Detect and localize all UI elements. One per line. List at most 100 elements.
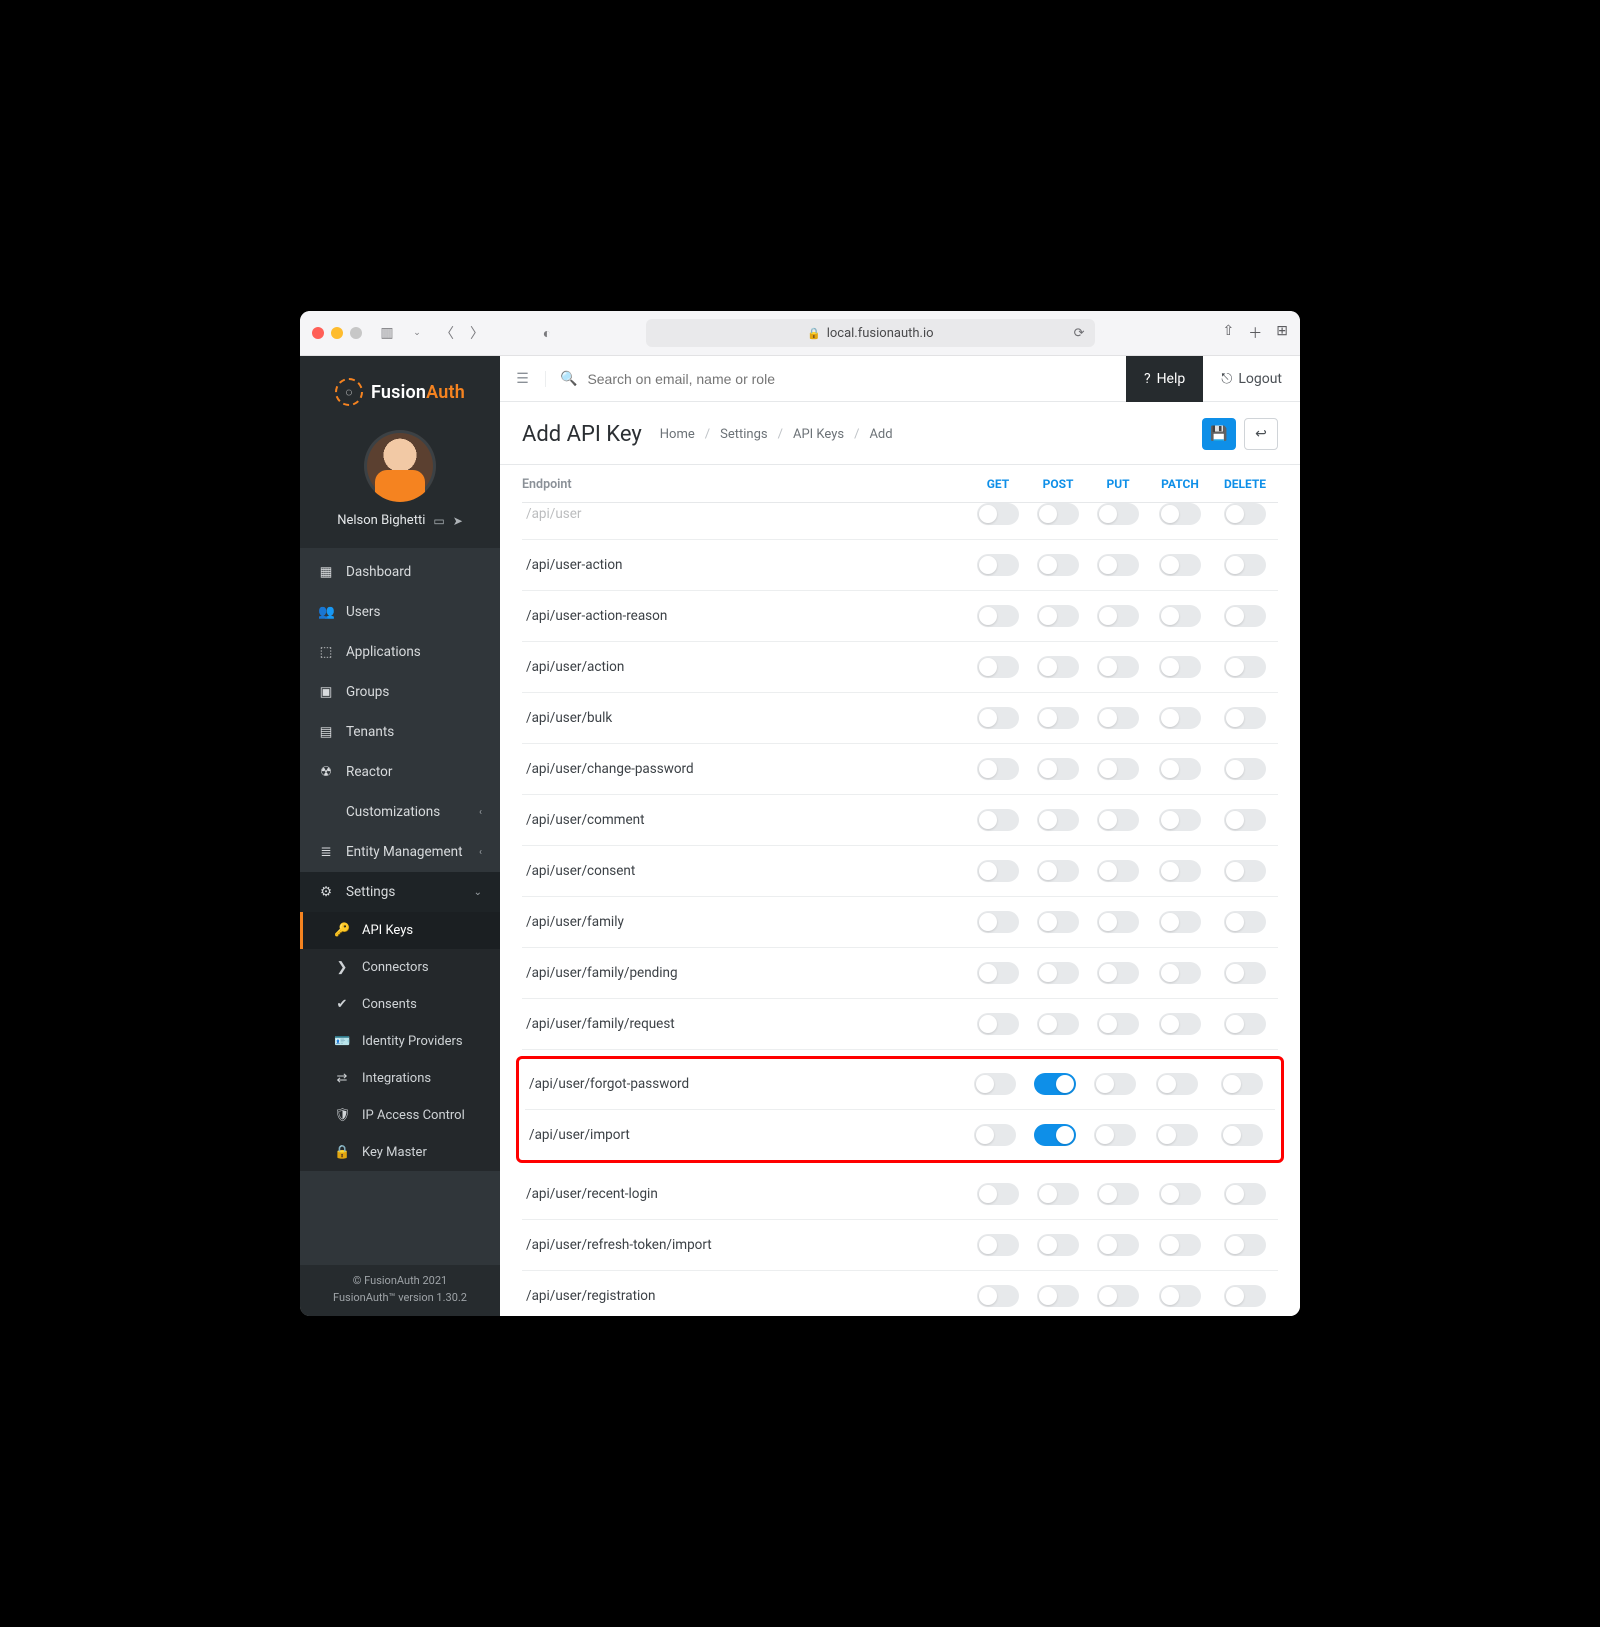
toggle[interactable] — [977, 605, 1019, 627]
toggle[interactable] — [1037, 860, 1079, 882]
back-icon[interactable]: 〈 — [436, 322, 458, 344]
toggle[interactable] — [1224, 656, 1266, 678]
toggle[interactable] — [1097, 962, 1139, 984]
toggle[interactable] — [977, 1285, 1019, 1307]
toggle[interactable] — [1224, 605, 1266, 627]
toggle[interactable] — [1159, 911, 1201, 933]
toggle[interactable] — [1221, 1073, 1263, 1095]
toggle[interactable] — [1159, 554, 1201, 576]
toggle[interactable] — [1097, 809, 1139, 831]
toggle[interactable] — [974, 1073, 1016, 1095]
toggle[interactable] — [1159, 656, 1201, 678]
toggle[interactable] — [1037, 707, 1079, 729]
toggle[interactable] — [1037, 605, 1079, 627]
toggle[interactable] — [977, 962, 1019, 984]
toggle[interactable] — [1224, 554, 1266, 576]
toggle[interactable] — [1097, 1285, 1139, 1307]
toggle[interactable] — [1097, 1183, 1139, 1205]
sub-item-key-master[interactable]: 🔒 Key Master — [300, 1134, 500, 1171]
toggle[interactable] — [1037, 758, 1079, 780]
toggle[interactable] — [1097, 1013, 1139, 1035]
crumb-api-keys[interactable]: API Keys — [793, 427, 844, 442]
toggle[interactable] — [1224, 1013, 1266, 1035]
sub-item-consents[interactable]: ✔ Consents — [300, 986, 500, 1023]
toggle[interactable] — [1159, 758, 1201, 780]
brand[interactable]: ◌ FusionAuth — [300, 356, 500, 424]
toggle[interactable] — [1224, 707, 1266, 729]
nav-item-settings[interactable]: ⚙ Settings⌄ — [300, 872, 500, 912]
save-button[interactable]: 💾 — [1202, 418, 1236, 450]
toggle[interactable] — [1224, 1234, 1266, 1256]
toggle[interactable] — [1159, 860, 1201, 882]
nav-item-dashboard[interactable]: ▦ Dashboard — [300, 552, 500, 592]
share-icon[interactable]: ⇧ — [1223, 323, 1235, 343]
toggle[interactable] — [1224, 1285, 1266, 1307]
toggle[interactable] — [1224, 911, 1266, 933]
toggle[interactable] — [1224, 809, 1266, 831]
toggle[interactable] — [977, 503, 1019, 525]
forward-icon[interactable]: 〉 — [466, 322, 488, 344]
nav-item-groups[interactable]: ▣ Groups — [300, 672, 500, 712]
toggle[interactable] — [977, 1013, 1019, 1035]
url-bar[interactable]: 🔒 local.fusionauth.io ⟳ — [646, 319, 1095, 347]
tab-overview-icon[interactable]: ⊞ — [1276, 323, 1288, 343]
chevron-down-icon[interactable]: ⌄ — [406, 322, 428, 344]
sub-item-ip-access-control[interactable]: 🛡 IP Access Control — [300, 1097, 500, 1134]
toggle[interactable] — [1037, 503, 1079, 525]
toggle[interactable] — [1037, 1013, 1079, 1035]
toggle[interactable] — [1037, 911, 1079, 933]
toggle[interactable] — [977, 758, 1019, 780]
new-tab-icon[interactable]: ＋ — [1248, 323, 1262, 343]
toggle[interactable] — [1159, 809, 1201, 831]
toggle[interactable] — [977, 809, 1019, 831]
nav-item-reactor[interactable]: ☢ Reactor — [300, 752, 500, 792]
toggle[interactable] — [1159, 1013, 1201, 1035]
toggle[interactable] — [1156, 1073, 1198, 1095]
minimize-window-icon[interactable] — [331, 327, 343, 339]
toggle[interactable] — [1097, 656, 1139, 678]
toggle[interactable] — [1224, 1183, 1266, 1205]
toggle[interactable] — [1094, 1124, 1136, 1146]
crumb-home[interactable]: Home — [660, 427, 695, 442]
sub-item-integrations[interactable]: ⇄ Integrations — [300, 1060, 500, 1097]
toggle[interactable] — [977, 656, 1019, 678]
nav-item-applications[interactable]: ⬚ Applications — [300, 632, 500, 672]
toggle[interactable] — [977, 1183, 1019, 1205]
toggle[interactable] — [1034, 1124, 1076, 1146]
toggle[interactable] — [1159, 962, 1201, 984]
toggle[interactable] — [977, 554, 1019, 576]
id-card-icon[interactable]: ▭ — [433, 514, 444, 528]
toggle[interactable] — [1159, 707, 1201, 729]
shield-icon[interactable]: ◐ — [536, 322, 558, 344]
toggle[interactable] — [977, 1234, 1019, 1256]
toggle[interactable] — [1037, 962, 1079, 984]
help-button[interactable]: ? Help — [1126, 356, 1203, 402]
avatar[interactable] — [364, 430, 436, 502]
nav-item-users[interactable]: 👥 Users — [300, 592, 500, 632]
toggle[interactable] — [974, 1124, 1016, 1146]
toggle[interactable] — [1156, 1124, 1198, 1146]
toggle[interactable] — [977, 707, 1019, 729]
toggle[interactable] — [1037, 809, 1079, 831]
toggle[interactable] — [1097, 707, 1139, 729]
back-button[interactable]: ↩ — [1244, 418, 1278, 450]
toggle[interactable] — [1159, 503, 1201, 525]
search-input[interactable] — [587, 371, 1112, 387]
toggle[interactable] — [1097, 911, 1139, 933]
toggle[interactable] — [1097, 1234, 1139, 1256]
toggle[interactable] — [1034, 1073, 1076, 1095]
toggle[interactable] — [1094, 1073, 1136, 1095]
nav-item-entity-management[interactable]: ≣ Entity Management‹ — [300, 832, 500, 872]
close-window-icon[interactable] — [312, 327, 324, 339]
toggle[interactable] — [977, 860, 1019, 882]
toggle[interactable] — [1097, 860, 1139, 882]
sub-item-connectors[interactable]: ❯ Connectors — [300, 949, 500, 986]
logout-button[interactable]: ⎋ Logout — [1203, 356, 1300, 402]
toggle[interactable] — [1097, 554, 1139, 576]
toggle[interactable] — [1097, 758, 1139, 780]
toggle[interactable] — [1159, 1285, 1201, 1307]
toggle[interactable] — [977, 911, 1019, 933]
toggle[interactable] — [1037, 656, 1079, 678]
zoom-window-icon[interactable] — [350, 327, 362, 339]
crumb-settings[interactable]: Settings — [720, 427, 767, 442]
